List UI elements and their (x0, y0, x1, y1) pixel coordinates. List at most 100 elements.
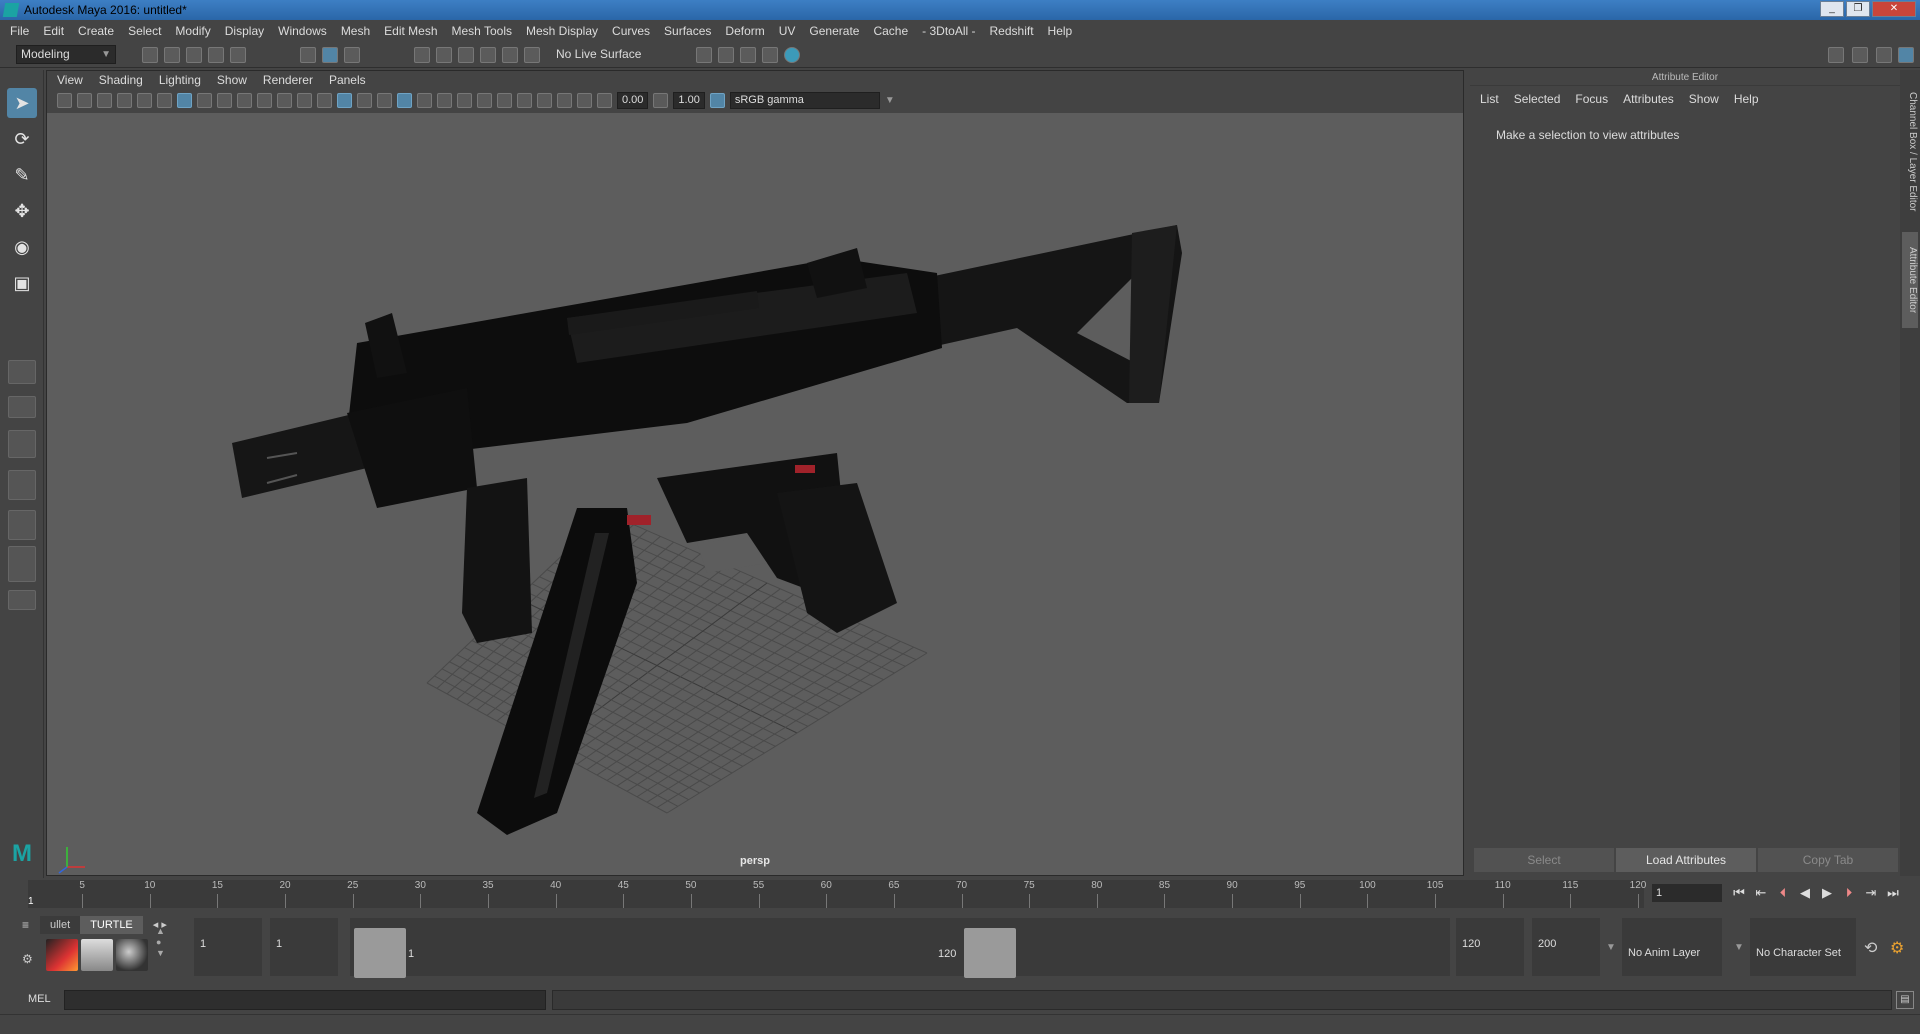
tab-channel-box[interactable]: Channel Box / Layer Editor (1902, 82, 1918, 222)
shelf-menu-icon[interactable]: ≡ (22, 918, 29, 932)
ae-menu-selected[interactable]: Selected (1514, 92, 1561, 106)
playback-end-field[interactable]: 120 (1456, 918, 1524, 976)
film-gate-icon[interactable] (197, 92, 212, 108)
go-to-end-icon[interactable]: ⏭ (1884, 884, 1902, 902)
go-to-start-icon[interactable]: ⏮ (1730, 884, 1748, 902)
modeling-toolkit-icon[interactable] (1828, 47, 1844, 63)
smooth-shade-icon[interactable] (337, 92, 352, 108)
two-d-pan-icon[interactable] (137, 92, 152, 108)
menu-windows[interactable]: Windows (278, 24, 327, 38)
resolution-gate-icon[interactable] (217, 92, 232, 108)
grease-pencil-icon[interactable] (157, 92, 172, 108)
hypershade-icon[interactable] (762, 47, 778, 63)
menu-generate[interactable]: Generate (809, 24, 859, 38)
menu-edit[interactable]: Edit (43, 24, 64, 38)
menu-curves[interactable]: Curves (612, 24, 650, 38)
snap-projected-icon[interactable] (524, 47, 540, 63)
menu-mesh-display[interactable]: Mesh Display (526, 24, 598, 38)
rotate-tool-icon[interactable]: ◉ (7, 232, 37, 262)
render-settings-icon[interactable] (740, 47, 756, 63)
xray-icon[interactable] (537, 92, 552, 108)
color-space-dropdown[interactable]: sRGB gamma (729, 91, 880, 109)
menu-cache[interactable]: Cache (873, 24, 908, 38)
playback-start-field[interactable]: 1 (270, 918, 338, 976)
xray-components-icon[interactable] (577, 92, 592, 108)
motion-blur-icon[interactable] (477, 92, 492, 108)
collapse-toolbox-icon[interactable] (8, 590, 36, 610)
default-material-icon[interactable] (357, 92, 372, 108)
character-set-dropdown[interactable]: No Character Set (1750, 918, 1856, 976)
step-forward-frame-icon[interactable]: ⏵ (1840, 884, 1858, 902)
color-management-icon[interactable] (709, 92, 725, 108)
shadows-icon[interactable] (437, 92, 452, 108)
tab-turtle[interactable]: TURTLE (80, 916, 143, 934)
chevron-down-icon[interactable]: ▼ (1734, 942, 1744, 953)
menu-mesh-tools[interactable]: Mesh Tools (452, 24, 512, 38)
menu-file[interactable]: File (10, 24, 29, 38)
range-slider-bar[interactable]: 1 120 (350, 918, 1450, 978)
load-attributes-button[interactable]: Load Attributes (1616, 848, 1756, 872)
safe-title-icon[interactable] (297, 92, 312, 108)
command-input[interactable] (64, 990, 546, 1010)
select-component-icon[interactable] (344, 47, 360, 63)
select-tool-icon[interactable]: ➤ (7, 88, 37, 118)
menu-surfaces[interactable]: Surfaces (664, 24, 711, 38)
chevron-down-icon[interactable]: ▼ (885, 95, 895, 106)
animation-end-field[interactable]: 200 (1532, 918, 1600, 976)
play-backwards-icon[interactable]: ◀ (1796, 884, 1814, 902)
single-perspective-layout-icon[interactable] (8, 360, 36, 384)
chevron-down-icon[interactable]: ▼ (1606, 942, 1616, 953)
shelf-arrows-icon[interactable]: ▲ ● ▼ (156, 926, 165, 959)
menu-create[interactable]: Create (78, 24, 114, 38)
safe-action-icon[interactable] (277, 92, 292, 108)
menu-help[interactable]: Help (1048, 24, 1073, 38)
ae-select-button[interactable]: Select (1474, 848, 1614, 872)
new-scene-icon[interactable] (142, 47, 158, 63)
persp-outliner-layout-icon[interactable] (8, 430, 36, 458)
snap-live-icon[interactable] (502, 47, 518, 63)
menu-set-dropdown[interactable]: Modeling ▼ (16, 45, 116, 64)
viewport-menu-view[interactable]: View (57, 73, 83, 87)
xray-joints-icon[interactable] (557, 92, 572, 108)
camera-attributes-icon[interactable] (57, 92, 72, 108)
step-forward-key-icon[interactable]: ⇥ (1862, 884, 1880, 902)
turtle-bake-icon[interactable] (81, 939, 113, 971)
field-chart-icon[interactable] (257, 92, 272, 108)
open-scene-icon[interactable] (164, 47, 180, 63)
redo-icon[interactable] (230, 47, 246, 63)
ae-menu-help[interactable]: Help (1734, 92, 1759, 106)
auto-key-icon[interactable]: ⟲ (1864, 938, 1877, 958)
menu-display[interactable]: Display (225, 24, 264, 38)
render-view-icon[interactable] (784, 47, 800, 63)
copy-tab-button[interactable]: Copy Tab (1758, 848, 1898, 872)
play-forwards-icon[interactable]: ▶ (1818, 884, 1836, 902)
viewport-menu-shading[interactable]: Shading (99, 73, 143, 87)
bookmark-icon[interactable] (97, 92, 112, 108)
script-editor-icon[interactable]: ▤ (1896, 991, 1914, 1009)
turtle-sphere-icon[interactable] (116, 939, 148, 971)
menu-3dtoall[interactable]: - 3DtoAll - (922, 24, 975, 38)
hypershade-layout-icon[interactable] (8, 510, 36, 540)
ae-menu-focus[interactable]: Focus (1575, 92, 1608, 106)
tab-bullet[interactable]: ullet (40, 916, 81, 934)
ae-menu-show[interactable]: Show (1689, 92, 1719, 106)
textured-icon[interactable] (397, 92, 412, 108)
snap-view-plane-icon[interactable] (480, 47, 496, 63)
menu-deform[interactable]: Deform (725, 24, 764, 38)
animation-start-field[interactable]: 1 (194, 918, 262, 976)
menu-uv[interactable]: UV (779, 24, 796, 38)
lasso-tool-icon[interactable]: ⟳ (7, 124, 37, 154)
viewport-menu-panels[interactable]: Panels (329, 73, 366, 87)
anim-layer-dropdown[interactable]: No Anim Layer (1622, 918, 1722, 976)
tab-attribute-editor[interactable]: Attribute Editor (1902, 232, 1918, 328)
gamma-field[interactable]: 1.00 (673, 91, 705, 109)
step-back-frame-icon[interactable]: ⏴ (1774, 884, 1792, 902)
use-all-lights-icon[interactable] (417, 92, 432, 108)
attribute-editor-toggle-icon[interactable] (1852, 47, 1868, 63)
script-language-label[interactable]: MEL (28, 993, 51, 1005)
four-view-layout-icon[interactable] (8, 396, 36, 418)
viewport-canvas[interactable]: persp (47, 113, 1463, 875)
select-hierarchy-icon[interactable] (300, 47, 316, 63)
camera-lock-icon[interactable] (77, 92, 92, 108)
ambient-occlusion-icon[interactable] (457, 92, 472, 108)
